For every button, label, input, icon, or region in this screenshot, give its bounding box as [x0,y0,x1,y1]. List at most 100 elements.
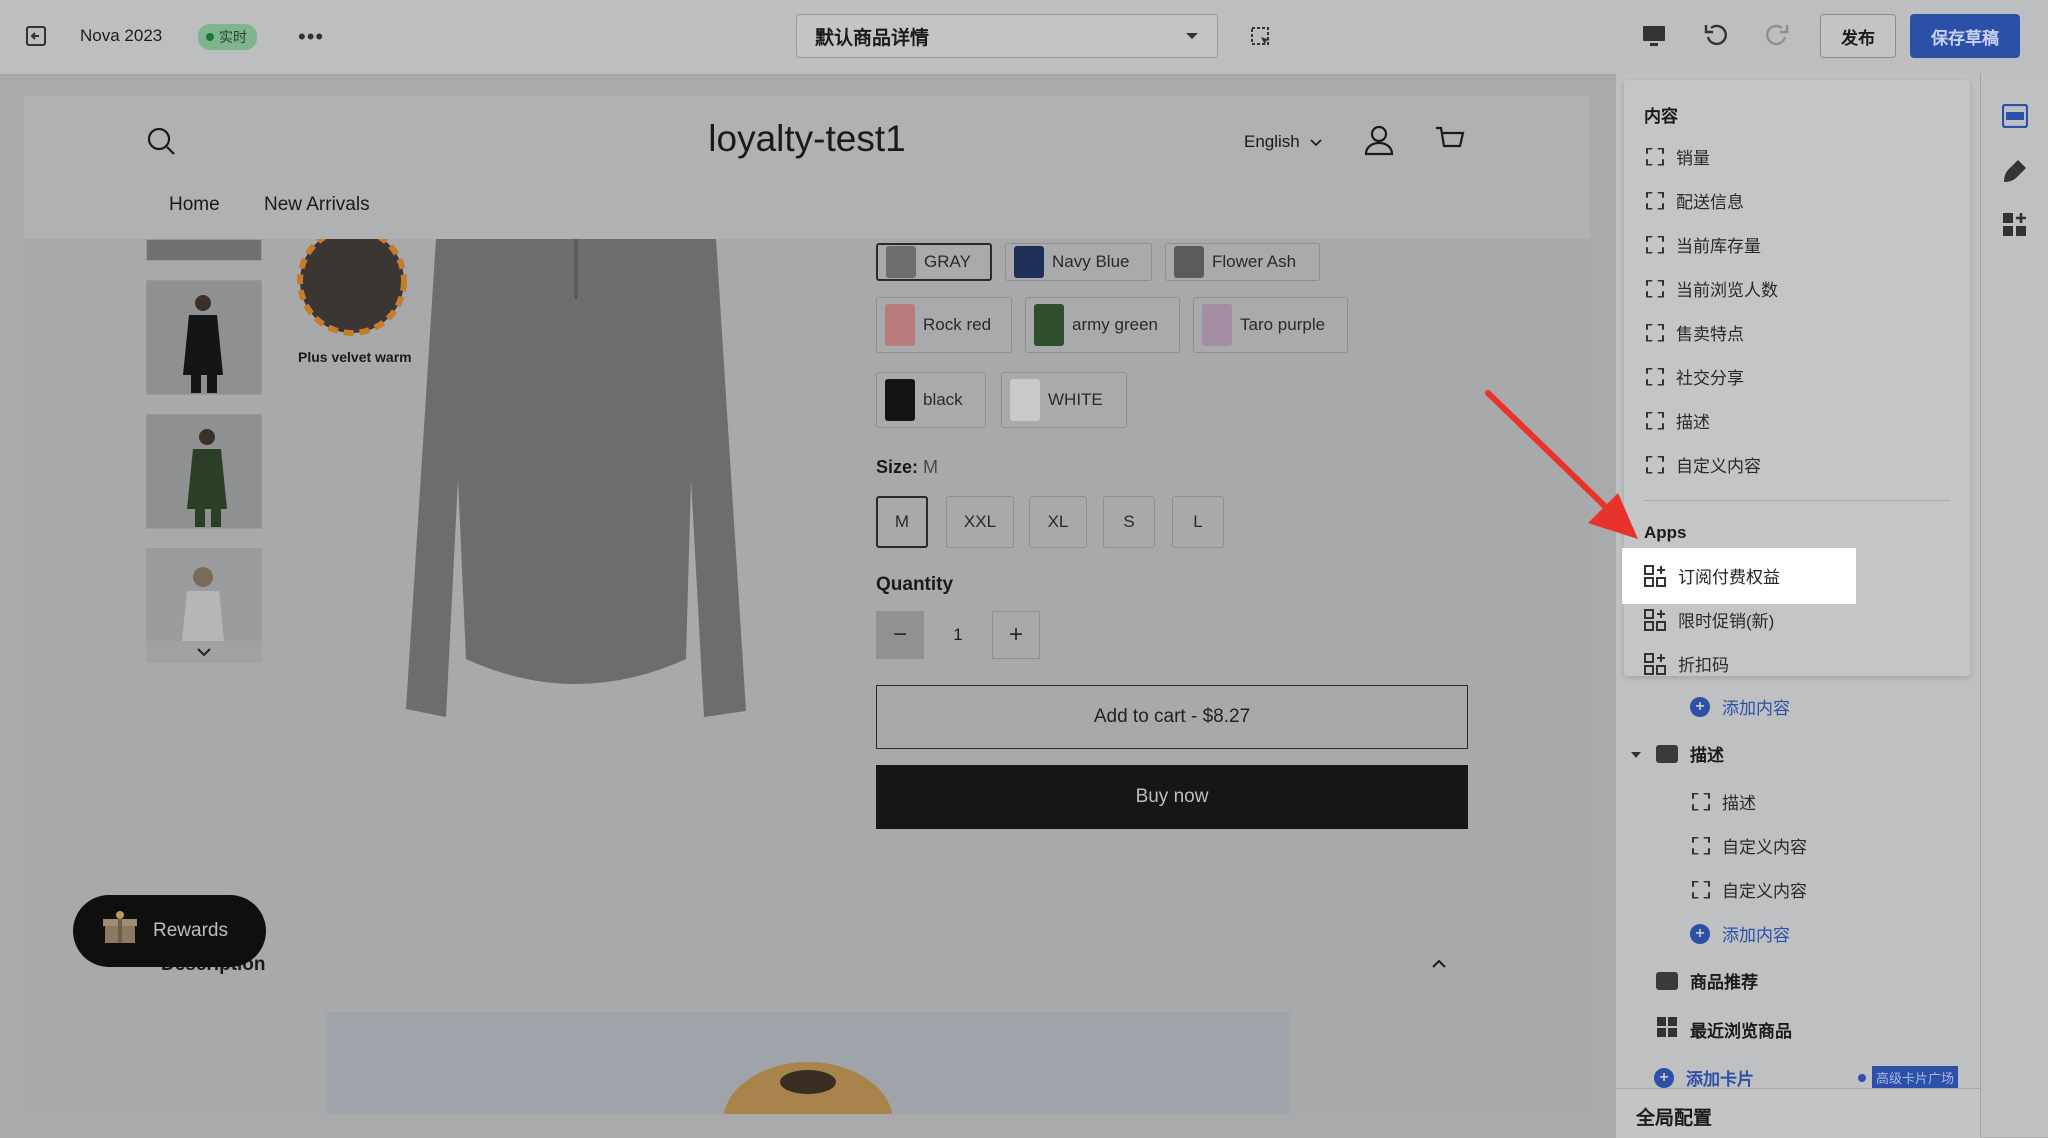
redo-icon[interactable] [1762,22,1790,53]
size-option-xxl[interactable]: XXL [946,496,1014,548]
store-name: Nova 2023 [80,26,163,45]
theme-brush-icon[interactable] [2002,158,2028,189]
save-draft-button[interactable]: 保存草稿 [1910,14,2020,58]
size-option-l[interactable]: L [1172,496,1224,548]
apps-section-title: Apps [1644,523,1687,542]
section-label: 商品推荐 [1690,973,1758,992]
add-content-link-2[interactable]: + 添加内容 [1690,921,1790,946]
app-item-flash-sale[interactable]: 限时促销(新) [1644,607,1774,632]
quantity-decrement-button[interactable]: − [876,611,924,659]
section-icon [1656,971,1678,990]
buy-now-button[interactable]: Buy now [876,765,1468,829]
size-option-m[interactable]: M [876,496,928,548]
plus-icon: + [1654,1067,1674,1088]
item-label: 描述 [1722,794,1756,813]
app-item-discount-code[interactable]: 折扣码 [1644,651,1729,676]
block-icon [1646,236,1664,254]
color-option-gray[interactable]: GRAY [876,243,992,281]
size-option-xl[interactable]: XL [1029,496,1087,548]
quantity-value[interactable]: 1 [924,611,992,659]
color-option-black[interactable]: black [876,372,986,428]
global-config-label: 全局配置 [1636,1108,1713,1129]
rewards-button[interactable]: Rewards [73,895,266,967]
desc-block-description[interactable]: 描述 [1692,789,1756,814]
color-option-taro-purple[interactable]: Taro purple [1193,297,1348,353]
chevron-up-icon[interactable] [1432,956,1446,974]
color-label: Navy Blue [1052,252,1130,271]
content-item-viewers[interactable]: 当前浏览人数 [1646,276,1778,301]
add-to-cart-button[interactable]: Add to cart - $8.27 [876,685,1468,749]
item-label: 社交分享 [1676,369,1744,388]
sections-icon[interactable] [2001,103,2029,133]
color-option-rock-red[interactable]: Rock red [876,297,1012,353]
main-product-image[interactable] [286,226,846,769]
thumbnails-scroll-down-icon[interactable] [146,641,262,663]
add-content-link[interactable]: + 添加内容 [1690,694,1790,719]
grid-icon [1656,1016,1678,1043]
content-item-shipping[interactable]: 配送信息 [1646,188,1744,213]
global-config-bar[interactable]: 全局配置 [1616,1088,1980,1138]
nav-item-home[interactable]: Home [169,194,220,216]
exit-icon[interactable] [25,25,47,47]
undo-icon[interactable] [1703,22,1731,53]
desktop-preview-icon[interactable] [1641,24,1667,53]
color-option-white[interactable]: WHITE [1001,372,1127,428]
chevron-down-icon [1310,132,1322,152]
color-option-flower-ash[interactable]: Flower Ash [1165,243,1320,281]
desc-block-custom-2[interactable]: 自定义内容 [1692,877,1807,902]
product-thumbnail[interactable] [146,280,262,395]
size-label: Size: [876,457,919,477]
swatch [1034,304,1064,346]
color-label: Flower Ash [1212,252,1297,271]
publish-button[interactable]: 发布 [1820,14,1896,58]
desc-block-custom-1[interactable]: 自定义内容 [1692,833,1807,858]
app-grid-icon [1644,564,1666,587]
language-selector[interactable]: English [1244,132,1322,152]
color-option-navy-blue[interactable]: Navy Blue [1005,243,1152,281]
account-icon[interactable] [1364,124,1394,161]
nav-item-new-arrivals[interactable]: New Arrivals [264,194,370,216]
swatch [885,304,915,346]
popup-divider [1644,500,1950,501]
item-label: 折扣码 [1678,656,1729,675]
plus-icon: + [1690,696,1710,717]
swatch [1010,379,1040,421]
add-card-label: 添加卡片 [1686,1070,1754,1089]
content-section-title: 内容 [1644,107,1678,126]
app-item-subscription-benefits[interactable]: 订阅付费权益 [1644,563,1780,588]
more-options-icon[interactable]: ••• [298,24,324,50]
add-content-label: 添加内容 [1722,926,1790,945]
language-label: English [1244,132,1300,151]
product-thumbnail[interactable] [146,239,262,261]
content-item-social-share[interactable]: 社交分享 [1646,364,1744,389]
content-item-sales[interactable]: 销量 [1646,144,1710,169]
section-recently-viewed[interactable]: 最近浏览商品 [1656,1016,1792,1043]
image-caption: Plus velvet warm [298,349,412,365]
rewards-label: Rewards [153,920,228,941]
app-blocks-icon[interactable] [2002,212,2028,243]
quantity-increment-button[interactable]: + [992,611,1040,659]
block-icon [1692,837,1710,855]
content-item-selling-points[interactable]: 售卖特点 [1646,320,1744,345]
collapse-caret-icon[interactable] [1630,747,1642,765]
premium-card-badge[interactable]: 高级卡片广场 [1858,1066,1959,1089]
content-item-stock[interactable]: 当前库存量 [1646,232,1761,257]
chevron-down-icon [1185,25,1199,47]
section-description[interactable]: 描述 [1656,741,1724,766]
cart-icon[interactable] [1434,124,1466,161]
add-content-label: 添加内容 [1722,699,1790,718]
item-label: 当前库存量 [1676,237,1761,256]
live-badge-label: 实时 [219,29,247,45]
swatch [885,379,915,421]
section-product-recommend[interactable]: 商品推荐 [1656,968,1758,993]
product-thumbnail[interactable] [146,414,262,529]
select-element-icon[interactable] [1250,26,1272,53]
content-item-custom[interactable]: 自定义内容 [1646,452,1761,477]
swatch [1014,246,1044,278]
store-title[interactable]: loyalty-test1 [24,118,1590,160]
color-option-army-green[interactable]: army green [1025,297,1180,353]
template-select[interactable]: 默认商品详情 [796,14,1218,58]
add-card-link[interactable]: + 添加卡片 [1654,1065,1754,1090]
size-option-s[interactable]: S [1103,496,1155,548]
content-item-description[interactable]: 描述 [1646,408,1710,433]
